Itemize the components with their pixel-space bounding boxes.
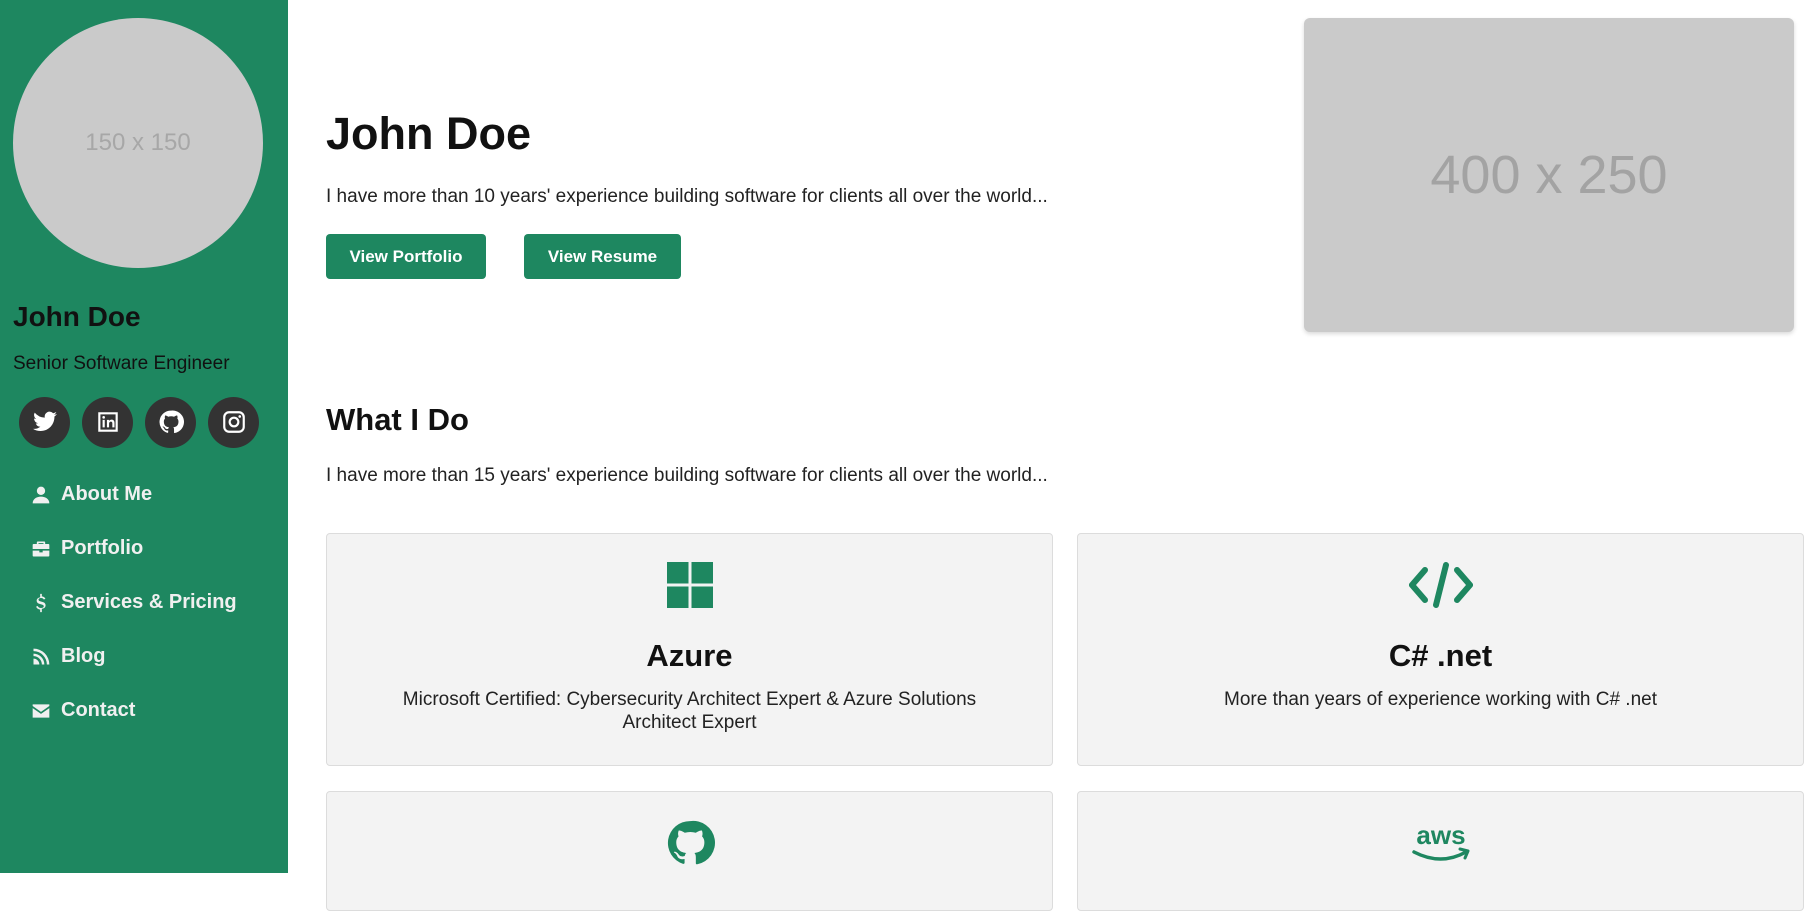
nav-item-blog[interactable]: Blog xyxy=(31,630,275,684)
twitter-icon xyxy=(32,411,57,432)
nav-item-contact[interactable]: Contact xyxy=(31,684,275,738)
linkedin-link[interactable] xyxy=(82,396,133,448)
svg-text:aws: aws xyxy=(1416,822,1465,850)
view-resume-button[interactable]: View Resume xyxy=(524,234,681,279)
sidebar-job-title: Senior Software Engineer xyxy=(13,352,230,374)
user-icon xyxy=(32,486,50,503)
dollar-icon xyxy=(36,593,46,612)
github-icon xyxy=(159,410,184,434)
hero-intro-text: I have more than 10 years' experience bu… xyxy=(326,186,1048,207)
hero-image-placeholder-text: 400 x 250 xyxy=(1430,145,1668,205)
code-icon xyxy=(1408,562,1473,608)
service-card-title: C# .net xyxy=(1388,638,1493,673)
nav-item-label: Portfolio xyxy=(61,537,144,560)
nav-item-services-pricing[interactable]: Services & Pricing xyxy=(31,576,275,630)
github-icon xyxy=(667,820,715,865)
service-card-csharp: C# .net More than years of experience wo… xyxy=(1077,533,1804,766)
windows-icon xyxy=(666,562,713,608)
briefcase-icon xyxy=(32,541,50,557)
service-card-title: Azure xyxy=(646,638,733,673)
what-i-do-text: I have more than 15 years' experience bu… xyxy=(326,465,1048,486)
nav-item-label: Contact xyxy=(61,699,136,722)
nav-item-portfolio[interactable]: Portfolio xyxy=(31,522,275,576)
sidebar-nav: About Me Portfolio Services & Pricing Bl… xyxy=(13,468,275,738)
envelope-icon xyxy=(32,703,50,718)
main-content: John Doe I have more than 10 years' expe… xyxy=(288,0,1815,911)
social-links xyxy=(13,396,275,448)
avatar-placeholder-text: 150 x 150 xyxy=(85,129,191,156)
hero-image: 400 x 250 xyxy=(1304,18,1794,332)
instagram-icon xyxy=(222,411,245,433)
twitter-link[interactable] xyxy=(19,396,70,448)
service-card-github xyxy=(326,791,1053,911)
sidebar: 150 x 150 John Doe Senior Software Engin… xyxy=(0,0,288,873)
sidebar-name: John Doe xyxy=(13,301,141,332)
nav-item-label: Blog xyxy=(61,645,106,668)
service-card-description: More than years of experience working wi… xyxy=(1224,689,1657,710)
nav-item-label: Services & Pricing xyxy=(61,591,237,614)
view-portfolio-button[interactable]: View Portfolio xyxy=(326,234,486,279)
service-card-azure: Azure Microsoft Certified: Cybersecurity… xyxy=(326,533,1053,766)
nav-item-about-me[interactable]: About Me xyxy=(31,468,275,522)
github-link[interactable] xyxy=(145,396,196,448)
service-card-description: Microsoft Certified: Cybersecurity Archi… xyxy=(402,689,977,733)
what-i-do-title: What I Do xyxy=(326,402,469,437)
service-card-aws: aws xyxy=(1077,791,1804,911)
nav-item-label: About Me xyxy=(61,483,153,506)
blog-icon xyxy=(33,648,50,665)
avatar: 150 x 150 xyxy=(13,18,263,268)
instagram-link[interactable] xyxy=(208,396,259,448)
hero-name: John Doe xyxy=(326,108,532,159)
linkedin-icon xyxy=(97,412,118,432)
aws-icon: aws xyxy=(1411,822,1469,861)
